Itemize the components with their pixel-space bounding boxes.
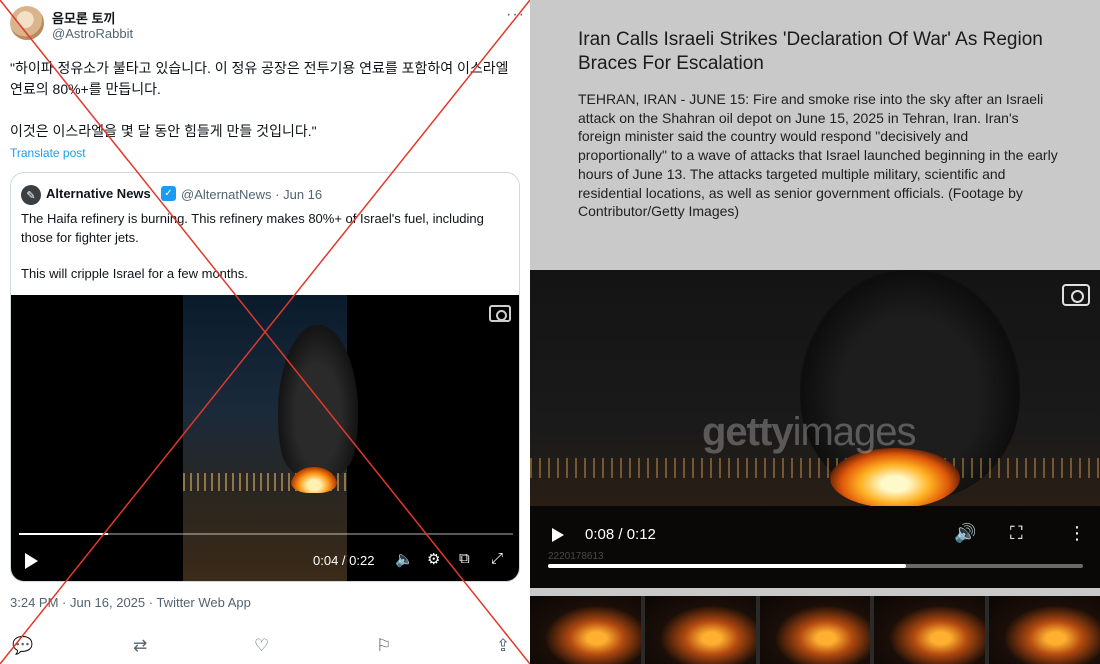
action-bar: 💬 ⇄ ♡ ⚐ ⇪ [0, 636, 530, 662]
camera-icon[interactable] [489, 305, 511, 322]
video-time: 0:04 / 0:22 [313, 553, 375, 568]
fullscreen-icon[interactable]: ⤢ [491, 550, 503, 567]
news-caption: TEHRAN, IRAN - JUNE 15: Fire and smoke r… [578, 91, 1058, 220]
avatar[interactable] [10, 6, 44, 40]
video-thumbnail-strip[interactable] [530, 596, 1100, 664]
fullscreen-icon[interactable]: ⛶ [1010, 523, 1023, 544]
news-headline: Iran Calls Israeli Strikes 'Declaration … [578, 29, 1043, 74]
video-time: 0:08 / 0:12 [585, 526, 656, 543]
tweet-panel: 음모론 토끼 @AstroRabbit ··· "하이파 정유소가 불타고 있습… [0, 0, 530, 664]
tweet-text: "하이파 정유소가 불타고 있습니다. 이 정유 공장은 전투기용 연료를 포함… [10, 58, 522, 163]
video-progress-fill [19, 533, 108, 535]
quoted-text: The Haifa refinery is burning. This refi… [21, 209, 511, 300]
retweet-icon[interactable]: ⇄ [133, 636, 147, 656]
smoke [278, 325, 358, 475]
getty-watermark: gettyimages [702, 410, 917, 455]
camera-icon[interactable] [1062, 284, 1090, 306]
tweet-timestamp[interactable]: 3:24 PM · Jun 16, 2025 · Twitter Web App [10, 595, 251, 610]
quoted-author-name[interactable]: Alternative News [46, 186, 151, 201]
watermark-getty: getty [702, 410, 794, 454]
bookmark-icon[interactable]: ⚐ [376, 636, 391, 656]
video-thumbnail[interactable] [989, 596, 1100, 664]
quoted-meta: @AlternatNews · Jun 16 [181, 187, 322, 202]
share-icon[interactable]: ⇪ [496, 636, 510, 656]
video-progress-bar[interactable] [19, 533, 513, 535]
reply-icon[interactable]: 💬 [12, 636, 33, 656]
author-handle[interactable]: @AstroRabbit [52, 26, 133, 41]
settings-icon[interactable]: ⚙ [427, 550, 440, 568]
quoted-paragraph: This will cripple Israel for a few month… [21, 266, 248, 281]
image-id: 2220178613 [548, 551, 604, 562]
video-frame [183, 295, 358, 581]
fire [830, 448, 960, 508]
fire [291, 467, 337, 493]
play-icon[interactable] [25, 553, 38, 569]
video-progress-bar[interactable] [548, 564, 1083, 568]
quoted-paragraph: The Haifa refinery is burning. This refi… [21, 211, 484, 245]
video-thumbnail[interactable] [530, 596, 641, 664]
video-thumbnail[interactable] [759, 596, 871, 664]
more-icon[interactable]: ··· [506, 6, 525, 24]
quoted-avatar[interactable]: ✎ [21, 185, 41, 205]
tweet-paragraph: "하이파 정유소가 불타고 있습니다. 이 정유 공장은 전투기용 연료를 포함… [10, 60, 509, 97]
like-icon[interactable]: ♡ [254, 636, 269, 656]
watermark-images: images [792, 410, 917, 454]
quoted-author-handle: @AlternatNews [181, 187, 272, 202]
verified-badge-icon: ✓ [161, 186, 176, 201]
translate-link[interactable]: Translate post [10, 146, 86, 160]
volume-icon[interactable]: 🔊 [954, 523, 976, 544]
quoted-video-player[interactable]: 0:04 / 0:22 🔈 ⚙ ⧉ ⤢ [11, 295, 519, 581]
separator-dot: · [275, 187, 284, 202]
video-progress-fill [548, 564, 907, 568]
play-icon[interactable] [552, 528, 564, 542]
video-thumbnail[interactable] [644, 596, 756, 664]
quoted-date: Jun 16 [283, 187, 323, 202]
news-video-player[interactable]: gettyimages 2220178613 0:08 / 0:12 🔊 ⛶ ⋮ [530, 270, 1100, 588]
picture-in-picture-icon[interactable]: ⧉ [459, 550, 470, 567]
video-thumbnail[interactable] [874, 596, 986, 664]
volume-icon[interactable]: 🔈 [395, 550, 414, 568]
more-options-icon[interactable]: ⋮ [1068, 523, 1086, 544]
ground [530, 506, 1100, 588]
news-panel: Iran Calls Israeli Strikes 'Declaration … [530, 0, 1100, 664]
author-name[interactable]: 음모론 토끼 [52, 8, 115, 27]
city-lights [530, 458, 1100, 478]
tweet-paragraph: 이것은 이스라엘을 몇 달 동안 힘들게 만들 것입니다." [10, 123, 317, 139]
quoted-tweet[interactable]: ✎ Alternative News ✓ @AlternatNews · Jun… [10, 172, 520, 582]
